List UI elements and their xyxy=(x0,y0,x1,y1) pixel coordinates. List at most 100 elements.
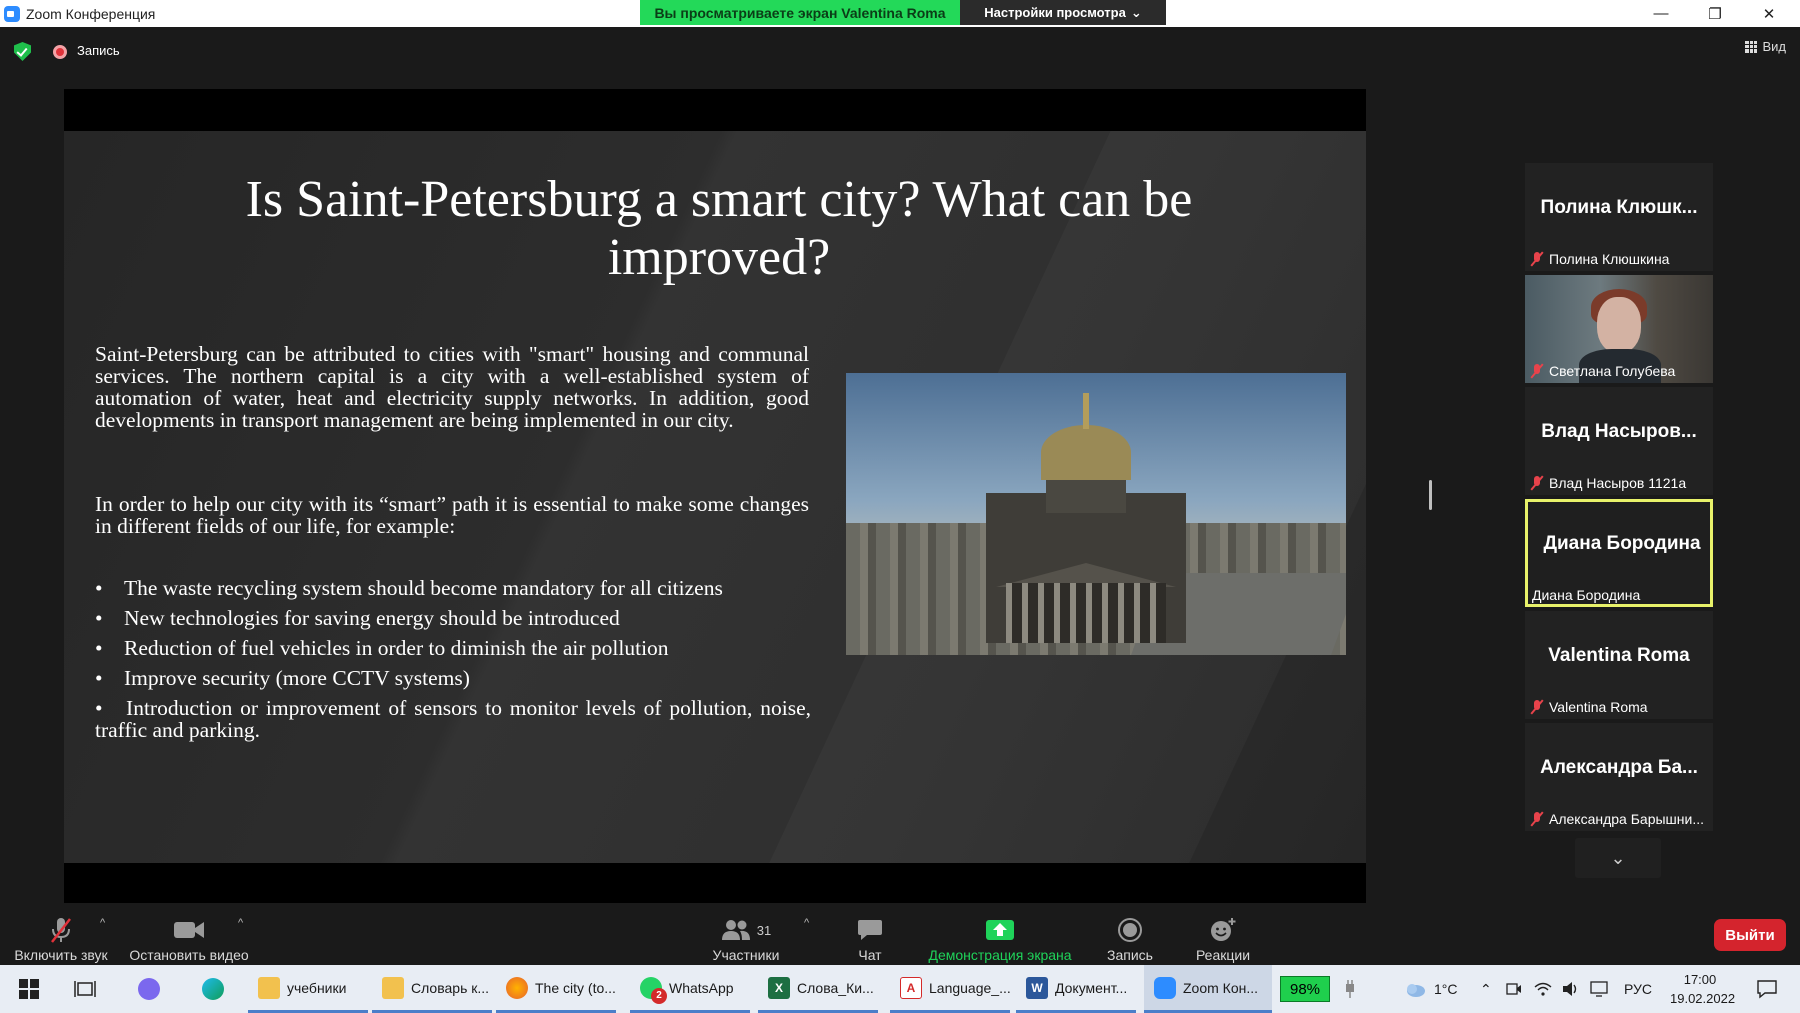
zoom-app-icon xyxy=(4,5,20,22)
bullet-text: The waste recycling system should become… xyxy=(124,576,723,600)
recording-icon xyxy=(53,45,67,59)
chat-button[interactable]: Чат xyxy=(840,905,900,965)
muted-mic-icon xyxy=(1531,252,1543,266)
notifications-button[interactable] xyxy=(1752,965,1782,1013)
notification-badge: 2 xyxy=(651,987,667,1004)
taskbar-app-label: учебники xyxy=(287,979,347,996)
taskbar-app-folder[interactable]: Словарь к... xyxy=(372,965,492,1013)
slide-paragraph-1: Saint-Petersburg can be attributed to ci… xyxy=(95,342,809,432)
maximize-icon: ❐ xyxy=(1708,5,1722,23)
bullet-text: New technologies for saving energy shoul… xyxy=(124,606,620,630)
viewing-screen-banner: Вы просматриваете экран Valentina Roma xyxy=(640,0,960,25)
cortana-button[interactable] xyxy=(134,965,164,1013)
taskbar-app-zoom[interactable]: Zoom Кон... xyxy=(1144,965,1272,1013)
stop-video-button[interactable]: Остановить видео xyxy=(128,905,250,965)
participants-options-caret[interactable]: ^ xyxy=(804,917,809,929)
taskbar-clock[interactable]: 17:00 19.02.2022 xyxy=(1670,970,1736,1008)
list-item: • New technologies for saving energy shou… xyxy=(95,603,811,633)
meet-now-icon[interactable] xyxy=(1506,965,1526,1013)
participant-tile-active-speaker[interactable]: Диана Бородина Диана Бородина xyxy=(1525,499,1713,607)
record-button[interactable]: Запись xyxy=(1100,905,1160,965)
window-title: Zoom Конференция xyxy=(26,5,156,22)
audio-options-caret[interactable]: ^ xyxy=(100,917,105,929)
battery-indicator[interactable]: 98% xyxy=(1280,976,1330,1002)
windows-logo-icon xyxy=(19,979,39,999)
taskbar-app-folder[interactable]: учебники xyxy=(248,965,368,1013)
bullet-text: Reduction of fuel vehicles in order to d… xyxy=(124,636,669,660)
participant-name: Диана Бородина xyxy=(1532,587,1641,603)
participant-big-name: Полина Клюшк... xyxy=(1540,197,1698,218)
more-participants-button[interactable]: ⌄ xyxy=(1575,838,1661,878)
list-item: • The waste recycling system should becom… xyxy=(95,573,811,603)
volume-icon[interactable] xyxy=(1562,965,1582,1013)
participant-big-name: Valentina Roma xyxy=(1548,645,1690,666)
clock-date: 19.02.2022 xyxy=(1670,991,1736,1006)
taskbar-app-whatsapp[interactable]: 2 WhatsApp xyxy=(630,965,750,1013)
stop-video-label: Остановить видео xyxy=(129,947,249,963)
participant-big-name: Александра Ба... xyxy=(1540,757,1698,778)
close-button[interactable]: ✕ xyxy=(1742,0,1796,27)
slide-paragraph-2: In order to help our city with its “smar… xyxy=(95,492,809,538)
taskbar-app-label: Слова_Ки... xyxy=(797,979,874,996)
windows-start-button[interactable] xyxy=(14,965,44,1013)
reactions-label: Реакции xyxy=(1195,947,1251,963)
windows-taskbar: учебники Словарь к... The city (to... 2W… xyxy=(0,965,1800,1013)
weather-icon[interactable] xyxy=(1400,965,1430,1013)
pdf-icon: A xyxy=(900,976,922,999)
zoom-icon xyxy=(1154,976,1176,999)
reactions-icon xyxy=(1209,913,1237,947)
edge-button[interactable] xyxy=(198,965,228,1013)
panel-resize-handle[interactable] xyxy=(1429,480,1432,510)
folder-icon xyxy=(258,976,280,999)
security-shield-icon[interactable] xyxy=(14,42,31,61)
chevron-up-icon[interactable]: ⌃ xyxy=(1480,965,1500,1013)
taskbar-app-excel[interactable]: X Слова_Ки... xyxy=(758,965,878,1013)
participant-tile[interactable]: Полина Клюшк... Полина Клюшкина xyxy=(1525,163,1713,271)
taskbar-app-pdf[interactable]: A Language_... xyxy=(890,965,1011,1013)
input-language-label[interactable]: РУС xyxy=(1624,965,1652,1013)
participants-button[interactable]: 31 Участники xyxy=(706,905,786,965)
wifi-icon[interactable] xyxy=(1534,965,1554,1013)
display-icon[interactable] xyxy=(1590,965,1610,1013)
temperature-label[interactable]: 1°C xyxy=(1434,965,1458,1013)
cathedral-photo xyxy=(846,373,1346,655)
share-screen-label: Демонстрация экрана xyxy=(928,947,1072,963)
bullet-icon: • xyxy=(95,636,103,660)
list-item: • Reduction of fuel vehicles in order to … xyxy=(95,633,811,663)
view-options-button[interactable]: Настройки просмотра ⌄ xyxy=(960,0,1166,25)
participants-icon: 31 xyxy=(721,913,771,947)
participant-tile[interactable]: Valentina Roma Valentina Roma xyxy=(1525,611,1713,719)
list-item: • Improve security (more CCTV systems) xyxy=(95,663,811,693)
maximize-button[interactable]: ❐ xyxy=(1688,0,1742,27)
chevron-down-icon: ⌄ xyxy=(1130,4,1142,20)
folder-icon xyxy=(382,976,404,999)
participant-big-name: Диана Бородина xyxy=(1543,533,1701,554)
taskbar-app-label: The city (to... xyxy=(535,979,616,996)
minimize-button[interactable]: — xyxy=(1634,0,1688,27)
taskbar-app-label: Language_... xyxy=(929,979,1011,996)
share-screen-button[interactable]: Демонстрация экрана xyxy=(918,905,1082,965)
leave-meeting-button[interactable]: Выйти xyxy=(1714,919,1786,951)
reactions-button[interactable]: Реакции xyxy=(1188,905,1258,965)
recording-label: Запись xyxy=(77,43,120,58)
taskbar-app-firefox[interactable]: The city (to... xyxy=(496,965,616,1013)
bullet-icon: • xyxy=(95,576,103,600)
unmute-button[interactable]: Включить звук xyxy=(8,905,114,965)
whatsapp-icon: 2 xyxy=(640,976,667,1004)
video-camera-icon xyxy=(173,913,205,947)
shared-screen: Is Saint-Petersburg a smart city? What c… xyxy=(64,89,1366,903)
task-view-button[interactable] xyxy=(70,965,100,1013)
participant-name: Valentina Roma xyxy=(1549,699,1648,715)
view-button[interactable]: Вид xyxy=(1745,39,1786,54)
participant-tile[interactable]: Александра Ба... Александра Барышни... xyxy=(1525,723,1713,831)
list-item: • Introduction or improvement of sensors… xyxy=(95,697,811,741)
participant-name: Полина Клюшкина xyxy=(1549,251,1670,267)
video-options-caret[interactable]: ^ xyxy=(238,917,243,929)
participant-tile[interactable]: Влад Насыров... Влад Насыров 1121а xyxy=(1525,387,1713,495)
notification-center-icon xyxy=(1757,980,1777,999)
record-label: Запись xyxy=(1107,947,1153,963)
bullet-icon: • xyxy=(95,666,103,690)
close-icon: ✕ xyxy=(1762,5,1776,23)
participant-tile[interactable]: Светлана Голубева xyxy=(1525,275,1713,383)
taskbar-app-word[interactable]: W Документ... xyxy=(1016,965,1136,1013)
